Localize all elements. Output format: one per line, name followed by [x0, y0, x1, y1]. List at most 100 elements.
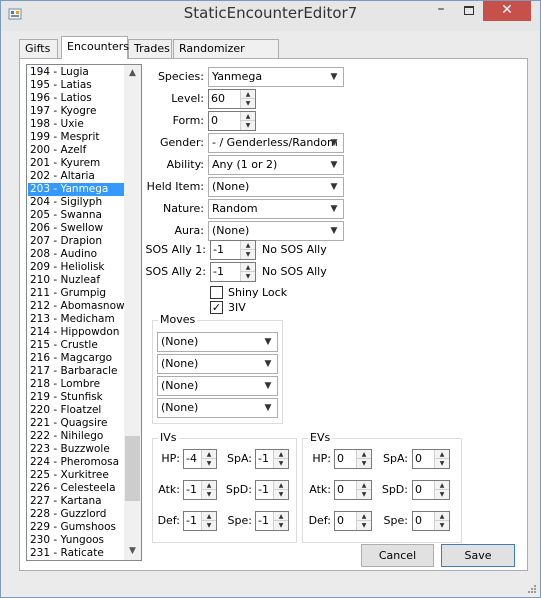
spin-up-icon[interactable]: ▲	[274, 512, 288, 521]
spin-down-icon[interactable]: ▼	[357, 490, 371, 499]
list-item[interactable]: 197 - Kyogre	[28, 105, 124, 118]
spin-up-icon[interactable]: ▲	[435, 481, 449, 490]
spin-up-icon[interactable]: ▲	[202, 481, 216, 490]
iv-spe-stepper[interactable]: -1 ▲ ▼	[255, 511, 289, 531]
spin-down-icon[interactable]: ▼	[435, 490, 449, 499]
tab-encounters[interactable]: Encounters	[61, 36, 129, 59]
held-item-select[interactable]: (None) ▼	[208, 177, 344, 197]
three-iv-checkbox[interactable]: ✓	[210, 301, 223, 314]
move-4-select[interactable]: (None) ▼	[157, 398, 278, 418]
move-2-select[interactable]: (None) ▼	[157, 354, 278, 374]
spin-up-icon[interactable]: ▲	[435, 512, 449, 521]
encounter-list[interactable]: 194 - Lugia 195 - Latias 196 - Latios 197 -…	[26, 64, 142, 561]
iv-spd-stepper[interactable]: -1 ▲ ▼	[255, 480, 289, 500]
spin-down-icon[interactable]: ▼	[241, 250, 255, 259]
spin-up-icon[interactable]: ▲	[202, 512, 216, 521]
spin-up-icon[interactable]: ▲	[435, 450, 449, 459]
list-item[interactable]: 203 - Yanmega	[28, 183, 124, 196]
spin-up-icon[interactable]: ▲	[241, 112, 255, 121]
scroll-down-icon[interactable]: ▼	[124, 543, 141, 560]
list-item[interactable]: 200 - Azelf	[28, 144, 124, 157]
iv-def-stepper[interactable]: -1 ▲ ▼	[183, 511, 217, 531]
list-item[interactable]: 194 - Lugia	[28, 66, 124, 79]
spin-up-icon[interactable]: ▲	[202, 450, 216, 459]
move-3-select[interactable]: (None) ▼	[157, 376, 278, 396]
tab-randomizer-options[interactable]: Randomizer Options	[173, 39, 279, 72]
scrollbar-thumb[interactable]	[125, 436, 140, 501]
list-item[interactable]: 229 - Gumshoos	[28, 521, 124, 534]
list-item[interactable]: 225 - Xurkitree	[28, 469, 124, 482]
close-button[interactable]: ✕	[483, 1, 531, 21]
cancel-button[interactable]: Cancel	[361, 544, 434, 567]
list-item[interactable]: 207 - Drapion	[28, 235, 124, 248]
form-stepper[interactable]: 0 ▲ ▼	[208, 111, 256, 131]
minimize-button[interactable]: –	[427, 1, 455, 21]
spin-down-icon[interactable]: ▼	[357, 459, 371, 468]
ev-spd-stepper[interactable]: 0 ▲ ▼	[412, 480, 450, 500]
aura-select[interactable]: (None) ▼	[208, 221, 344, 241]
list-item[interactable]: 217 - Barbaracle	[28, 365, 124, 378]
list-item[interactable]: 228 - Guzzlord	[28, 508, 124, 521]
spin-down-icon[interactable]: ▼	[357, 521, 371, 530]
shiny-lock-label[interactable]: Shiny Lock	[228, 286, 287, 299]
spin-up-icon[interactable]: ▲	[274, 450, 288, 459]
spin-down-icon[interactable]: ▼	[202, 490, 216, 499]
list-item[interactable]: 220 - Floatzel	[28, 404, 124, 417]
spin-down-icon[interactable]: ▼	[202, 521, 216, 530]
iv-hp-stepper[interactable]: -4 ▲ ▼	[183, 449, 217, 469]
title-bar[interactable]: StaticEncounterEditor7 – ✕	[1, 1, 540, 31]
list-item[interactable]: 202 - Altaria	[28, 170, 124, 183]
list-item[interactable]: 212 - Abomasnow	[28, 300, 125, 313]
list-item[interactable]: 206 - Swellow	[28, 222, 124, 235]
spin-down-icon[interactable]: ▼	[241, 272, 255, 281]
tab-gifts[interactable]: Gifts	[19, 39, 58, 58]
list-item[interactable]: 221 - Quagsire	[28, 417, 124, 430]
list-item[interactable]: 213 - Medicham	[28, 313, 124, 326]
ev-spa-stepper[interactable]: 0 ▲ ▼	[412, 449, 450, 469]
level-stepper[interactable]: 60 ▲ ▼	[208, 89, 256, 109]
list-item[interactable]: 208 - Audino	[28, 248, 124, 261]
list-item[interactable]: 201 - Kyurem	[28, 157, 124, 170]
list-item[interactable]: 215 - Crustle	[28, 339, 124, 352]
spin-down-icon[interactable]: ▼	[435, 521, 449, 530]
scroll-up-icon[interactable]: ▲	[124, 65, 141, 82]
list-item[interactable]: 195 - Latias	[28, 79, 124, 92]
spin-down-icon[interactable]: ▼	[274, 490, 288, 499]
spin-down-icon[interactable]: ▼	[241, 121, 255, 130]
list-item[interactable]: 210 - Nuzleaf	[28, 274, 124, 287]
iv-atk-stepper[interactable]: -1 ▲ ▼	[183, 480, 217, 500]
list-item[interactable]: 216 - Magcargo	[28, 352, 124, 365]
nature-select[interactable]: Random ▼	[208, 199, 344, 219]
list-item[interactable]: 231 - Raticate	[28, 547, 124, 560]
ev-def-stepper[interactable]: 0 ▲ ▼	[334, 511, 372, 531]
spin-up-icon[interactable]: ▲	[357, 481, 371, 490]
gender-select[interactable]: - / Genderless/Random ▼	[208, 133, 344, 153]
spin-down-icon[interactable]: ▼	[435, 459, 449, 468]
spin-up-icon[interactable]: ▲	[357, 450, 371, 459]
species-select[interactable]: Yanmega ▼	[208, 67, 344, 87]
iv-spa-stepper[interactable]: -1 ▲ ▼	[255, 449, 289, 469]
list-item[interactable]: 205 - Swanna	[28, 209, 124, 222]
spin-down-icon[interactable]: ▼	[274, 459, 288, 468]
list-item[interactable]: 211 - Grumpig	[28, 287, 124, 300]
spin-up-icon[interactable]: ▲	[357, 512, 371, 521]
spin-up-icon[interactable]: ▲	[274, 481, 288, 490]
list-item[interactable]: 224 - Pheromosa	[28, 456, 124, 469]
list-item[interactable]: 204 - Sigilyph	[28, 196, 124, 209]
list-item[interactable]: 218 - Lombre	[28, 378, 124, 391]
ev-hp-stepper[interactable]: 0 ▲ ▼	[334, 449, 372, 469]
spin-up-icon[interactable]: ▲	[241, 263, 255, 272]
list-item[interactable]: 219 - Stunfisk	[28, 391, 124, 404]
list-item[interactable]: 214 - Hippowdon	[28, 326, 124, 339]
list-item[interactable]: 227 - Kartana	[28, 495, 124, 508]
list-item[interactable]: 226 - Celesteela	[28, 482, 124, 495]
list-item[interactable]: 223 - Buzzwole	[28, 443, 124, 456]
spin-down-icon[interactable]: ▼	[274, 521, 288, 530]
three-iv-label[interactable]: 3IV	[228, 301, 246, 314]
sos-ally-2-stepper[interactable]: -1 ▲ ▼	[210, 262, 256, 282]
spin-up-icon[interactable]: ▲	[241, 90, 255, 99]
list-item[interactable]: 196 - Latios	[28, 92, 124, 105]
ability-select[interactable]: Any (1 or 2) ▼	[208, 155, 344, 175]
maximize-button[interactable]	[455, 1, 483, 21]
spin-down-icon[interactable]: ▼	[202, 459, 216, 468]
